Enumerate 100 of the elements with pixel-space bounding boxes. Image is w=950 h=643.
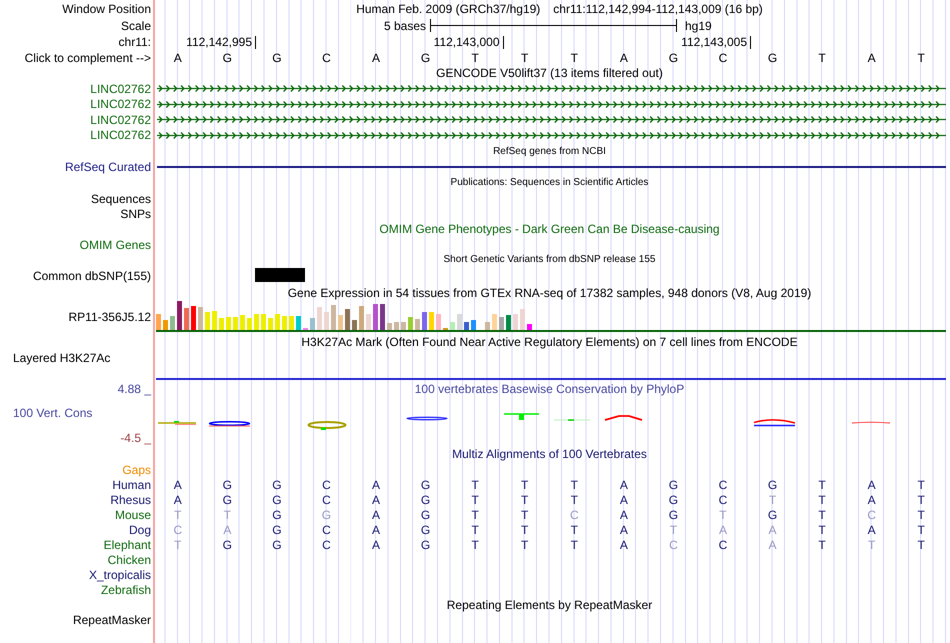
track-label[interactable]: LINC02762 bbox=[90, 112, 151, 127]
expression-bar bbox=[485, 322, 490, 330]
track-label[interactable]: LINC02762 bbox=[90, 97, 151, 112]
expression-bar bbox=[219, 318, 224, 330]
expression-bar bbox=[450, 322, 455, 330]
expression-bar bbox=[387, 323, 392, 330]
species-label[interactable]: Mouse bbox=[114, 508, 151, 522]
alignment-base: T bbox=[818, 508, 826, 522]
expression-bar bbox=[198, 307, 203, 330]
base-letter: G bbox=[222, 50, 232, 64]
alignment-base: A bbox=[372, 538, 380, 552]
track-label[interactable]: OMIM Genes bbox=[80, 238, 151, 252]
expression-bar bbox=[240, 315, 245, 330]
track-label[interactable]: Layered H3K27Ac bbox=[13, 351, 110, 365]
alignment-base: G bbox=[272, 538, 282, 552]
species-label[interactable]: Human bbox=[112, 478, 151, 492]
expression-bar bbox=[233, 317, 238, 330]
alignment-base: C bbox=[322, 492, 331, 506]
alignment-base: T bbox=[719, 508, 727, 522]
alignment-base: C bbox=[173, 522, 182, 536]
alignment-base: T bbox=[818, 522, 826, 536]
alignment-base: C bbox=[718, 478, 728, 492]
expression-bar bbox=[254, 314, 259, 330]
alignment-base: G bbox=[272, 478, 282, 492]
alignment-base: C bbox=[669, 538, 678, 552]
alignment-base: A bbox=[372, 508, 380, 522]
alignment-base: G bbox=[420, 538, 430, 552]
species-label[interactable]: Elephant bbox=[104, 538, 151, 552]
alignment-base: T bbox=[471, 538, 479, 552]
expression-bar bbox=[268, 318, 273, 330]
species-label[interactable]: X_tropicalis bbox=[88, 568, 151, 582]
base-letter: C bbox=[322, 50, 331, 64]
track-label[interactable]: RefSeq Curated bbox=[64, 160, 151, 174]
track-label[interactable]: 100 Vert. Cons bbox=[13, 406, 92, 420]
expression-bar bbox=[345, 309, 350, 330]
expression-bar bbox=[275, 314, 280, 330]
alignment-base: G bbox=[222, 492, 232, 506]
track-label[interactable]: RepeatMasker bbox=[72, 613, 151, 627]
track-label[interactable]: LINC02762 bbox=[90, 82, 151, 96]
expression-bar bbox=[282, 316, 287, 330]
alignment-base: T bbox=[918, 508, 925, 522]
alignment-base: G bbox=[668, 508, 678, 522]
alignment-base: G bbox=[420, 522, 430, 536]
alignment-base: T bbox=[670, 522, 678, 536]
alignment-base: T bbox=[868, 538, 876, 552]
conservation-mark bbox=[406, 416, 448, 420]
conservation-mark bbox=[754, 419, 796, 426]
alignment-base: G bbox=[420, 492, 430, 506]
expression-bar bbox=[184, 308, 189, 330]
alignment-base: G bbox=[272, 522, 282, 536]
alignment-base: A bbox=[620, 492, 628, 506]
expression-bar bbox=[520, 309, 525, 330]
alignment-base: A bbox=[768, 522, 777, 536]
track-label[interactable]: RP11-356J5.12 bbox=[68, 310, 151, 324]
alignment-base: A bbox=[868, 522, 876, 536]
alignment-base: T bbox=[918, 492, 925, 506]
track-title: Publications: Sequences in Scientific Articles bbox=[450, 176, 648, 190]
alignment-base: C bbox=[570, 508, 579, 522]
axis-min-label: -4.5 _ bbox=[120, 431, 151, 445]
tick-mark-icon bbox=[502, 36, 504, 48]
expression-bar bbox=[338, 315, 343, 330]
base-letter: T bbox=[570, 50, 578, 64]
species-label[interactable]: Rhesus bbox=[110, 492, 151, 506]
expression-bar bbox=[205, 312, 210, 330]
track-label[interactable]: Common dbSNP(155) bbox=[32, 269, 151, 283]
track-label[interactable]: LINC02762 bbox=[90, 128, 151, 142]
species-label[interactable]: Zebrafish bbox=[100, 582, 151, 596]
expression-bar bbox=[170, 316, 175, 330]
expression-bar bbox=[499, 317, 504, 330]
scale-label: Scale bbox=[120, 18, 151, 32]
alignment-base: A bbox=[174, 492, 182, 506]
track-title: Short Genetic Variants from dbSNP release 155 bbox=[444, 253, 656, 267]
alignment-base: A bbox=[718, 522, 727, 536]
alignment-base: T bbox=[471, 492, 479, 506]
snp-feature[interactable] bbox=[255, 268, 305, 282]
tick-mark-icon bbox=[750, 36, 751, 48]
alignment-base: C bbox=[322, 522, 331, 536]
base-letter: G bbox=[668, 50, 678, 64]
base-letter: T bbox=[521, 50, 528, 64]
base-letter: T bbox=[471, 50, 479, 64]
alignment-base: G bbox=[222, 538, 232, 552]
alignment-base: T bbox=[570, 492, 578, 506]
conservation-mark bbox=[308, 421, 346, 430]
species-label[interactable]: Chicken bbox=[108, 552, 151, 566]
track-title: 100 vertebrates Basewise Conservation by PhyloP bbox=[414, 382, 684, 396]
complement-link[interactable]: Click to complement --> bbox=[24, 50, 151, 64]
species-label[interactable]: Dog bbox=[128, 522, 151, 536]
base-letter: A bbox=[620, 50, 628, 64]
expression-bar bbox=[212, 311, 217, 330]
track-title: Multiz Alignments of 100 Vertebrates bbox=[452, 447, 647, 461]
alignment-base: G bbox=[322, 508, 332, 522]
alignment-base: T bbox=[818, 478, 826, 492]
track-label[interactable]: SNPs bbox=[120, 206, 151, 220]
base-letter: A bbox=[174, 50, 182, 64]
alignment-base: T bbox=[521, 492, 528, 506]
track-title: RefSeq genes from NCBI bbox=[493, 144, 606, 158]
track-label[interactable]: Sequences bbox=[90, 192, 151, 206]
alignment-base: T bbox=[521, 478, 528, 492]
ruler-position: 112,142,995 bbox=[186, 35, 252, 49]
alignment-base: G bbox=[272, 492, 282, 506]
